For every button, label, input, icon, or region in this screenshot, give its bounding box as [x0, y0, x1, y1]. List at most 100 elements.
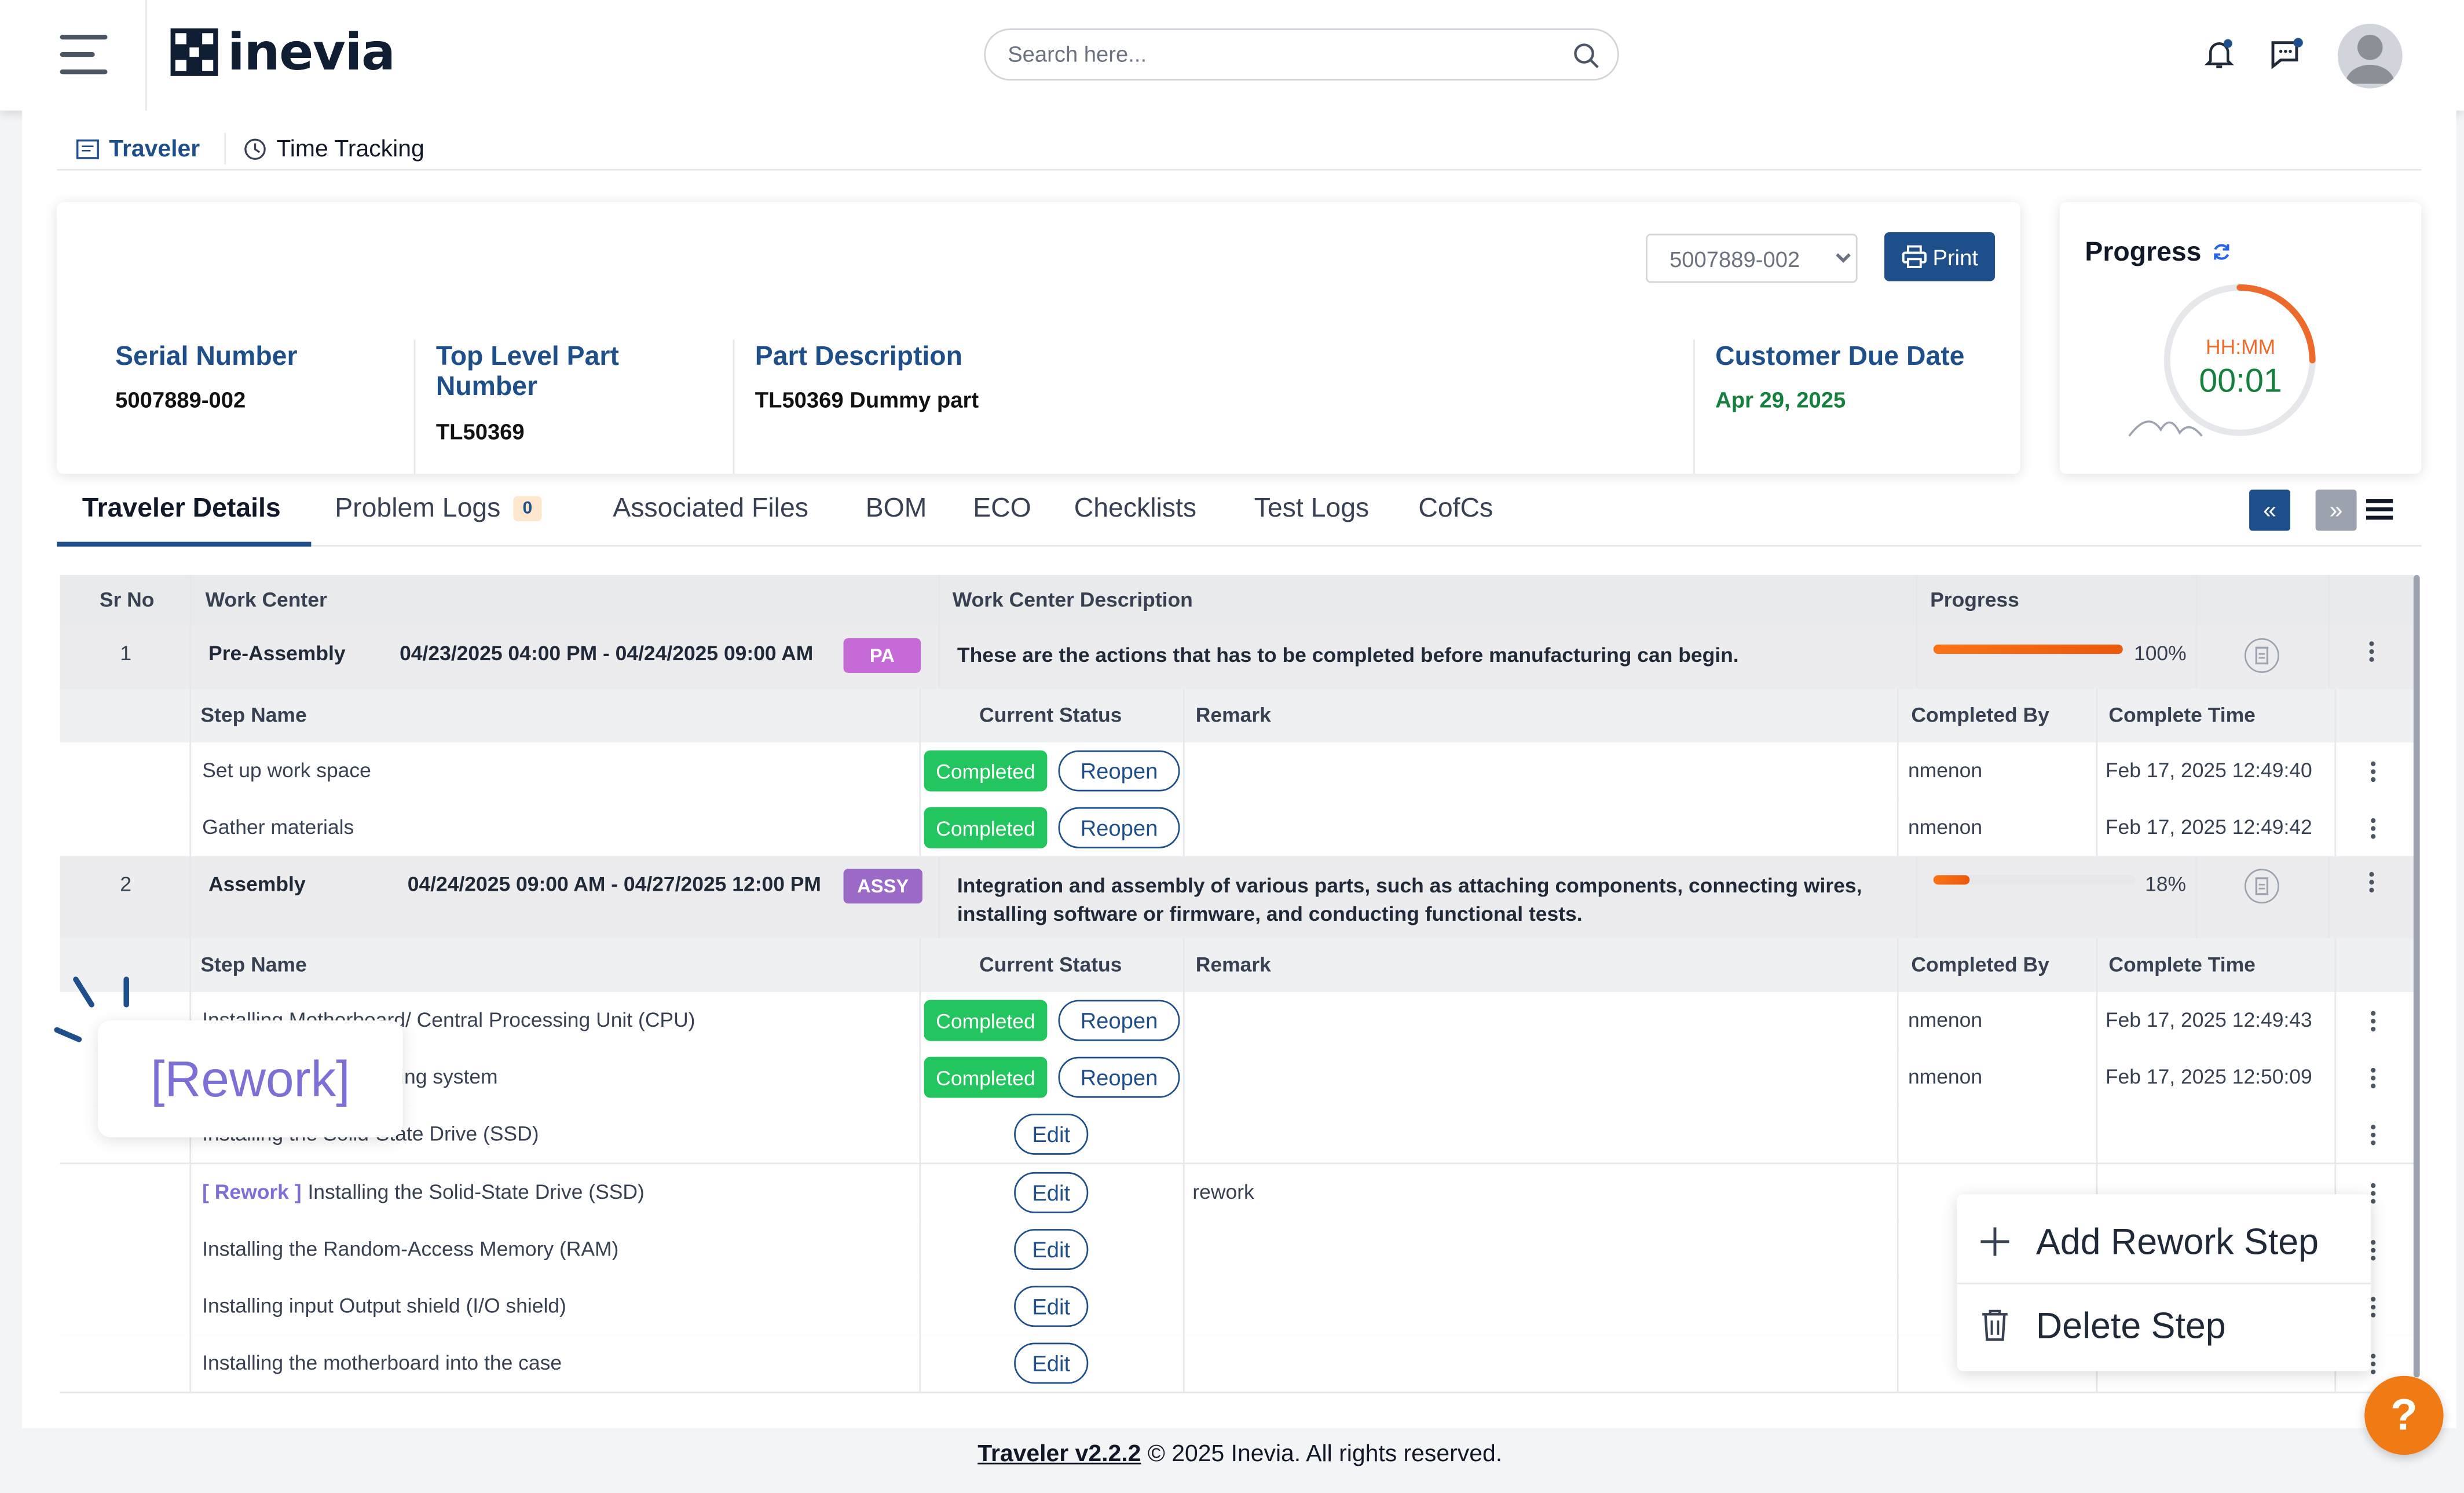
list-icon [76, 139, 99, 159]
subnav-time-tracking[interactable]: Time Tracking [243, 136, 424, 163]
divider [919, 938, 921, 992]
divider [189, 1278, 192, 1335]
table-row[interactable] [60, 742, 2414, 801]
divider [1693, 339, 1695, 474]
progress-title: Progress [2085, 237, 2202, 267]
more-vertical-icon[interactable] [2371, 761, 2377, 784]
divider [2334, 799, 2337, 857]
menu-list-icon[interactable] [2366, 497, 2393, 521]
more-vertical-icon[interactable] [2371, 1068, 2377, 1090]
divider [919, 742, 921, 800]
reopen-button[interactable]: Reopen [1058, 1057, 1180, 1099]
divider [2334, 689, 2337, 742]
search-input[interactable] [1004, 39, 1548, 68]
tab-traveler-details[interactable]: Traveler Details [82, 493, 281, 525]
status-badge: Completed [924, 807, 1048, 848]
divider [2334, 742, 2337, 800]
subnav-traveler[interactable]: Traveler [76, 136, 200, 163]
table-scrollbar[interactable] [2413, 574, 2420, 1378]
add-rework-step-item[interactable]: Add Rework Step [1957, 1201, 2371, 1283]
more-vertical-icon[interactable] [2371, 1011, 2377, 1033]
step-name[interactable]: Installing the Random-Access Memory (RAM… [202, 1236, 618, 1260]
more-vertical-icon[interactable] [2371, 818, 2377, 840]
part-number-label: Top Level Part Number [435, 341, 619, 401]
collapse-left-button[interactable]: « [2249, 489, 2291, 531]
edit-button[interactable]: Edit [1014, 1228, 1089, 1270]
serial-select[interactable]: 5007889-002 [1646, 233, 1858, 283]
due-date-value: Apr 29, 2025 [1715, 387, 1846, 412]
edit-button[interactable]: Edit [1014, 1342, 1089, 1384]
tab-cofcs[interactable]: CofCs [1418, 493, 1493, 525]
progress-unit: HH:MM [2206, 335, 2276, 359]
more-vertical-icon[interactable] [2371, 1239, 2377, 1262]
step-name-text: Installing input Output shield (I/O shie… [202, 1293, 566, 1318]
divider [2328, 574, 2330, 626]
edit-button[interactable]: Edit [1014, 1286, 1089, 1327]
divider [1182, 1049, 1185, 1106]
bell-icon[interactable] [2202, 35, 2236, 72]
tab-associated-files[interactable]: Associated Files [613, 493, 808, 525]
edit-button[interactable]: Edit [1014, 1114, 1089, 1155]
tab-label: CofCs [1418, 493, 1493, 523]
delete-step-item[interactable]: Delete Step [1957, 1285, 2371, 1367]
step-name[interactable]: Installing input Output shield (I/O shie… [202, 1294, 566, 1318]
search-icon[interactable] [1572, 41, 1602, 71]
divider [2195, 625, 2198, 689]
step-name[interactable]: Installing the motherboard into the case [202, 1351, 562, 1375]
printer-icon [1901, 245, 1926, 268]
reopen-button[interactable]: Reopen [1058, 750, 1180, 792]
more-vertical-icon[interactable] [2369, 641, 2375, 663]
tab-checklists[interactable]: Checklists [1074, 493, 1196, 525]
divider [1182, 1163, 1185, 1221]
divider [224, 133, 226, 164]
more-vertical-icon[interactable] [2371, 1297, 2377, 1319]
more-vertical-icon[interactable] [2369, 872, 2375, 894]
work-center-name: Pre-Assembly [208, 641, 346, 665]
version-link[interactable]: Traveler v2.2.2 [977, 1441, 1141, 1468]
refresh-icon[interactable] [2212, 241, 2232, 262]
logo[interactable]: inevia [170, 27, 396, 78]
step-remark: rework [1192, 1179, 1254, 1203]
divider [189, 625, 192, 689]
step-name[interactable]: Gather materials [202, 815, 354, 839]
footer: Traveler v2.2.2 © 2025 Inevia. All right… [0, 1441, 2464, 1468]
tab-bom[interactable]: BOM [866, 493, 927, 525]
divider [1896, 1049, 1899, 1106]
hamburger-menu-icon[interactable] [60, 35, 114, 76]
chat-icon[interactable] [2268, 35, 2306, 72]
complete-time: Feb 17, 2025 12:49:40 [2105, 758, 2312, 782]
step-name[interactable]: Set up work space [202, 758, 371, 782]
part-number-value: TL50369 [435, 418, 525, 444]
reopen-button[interactable]: Reopen [1058, 1000, 1180, 1041]
table-row[interactable] [60, 799, 2414, 858]
work-center-tag: PA [843, 638, 921, 673]
more-vertical-icon[interactable] [2371, 1125, 2377, 1147]
expand-right-button[interactable]: » [2315, 489, 2357, 531]
tab-label: BOM [865, 493, 927, 523]
divider [2328, 625, 2330, 689]
divider [1182, 938, 1185, 992]
reopen-button[interactable]: Reopen [1058, 807, 1180, 848]
step-name-text: Gather materials [202, 815, 354, 839]
document-icon[interactable] [2244, 869, 2279, 904]
complete-time: Feb 17, 2025 12:49:43 [2105, 1008, 2312, 1032]
more-vertical-icon[interactable] [2371, 1354, 2377, 1376]
step-name[interactable]: [ Rework ] Installing the Solid-State Dri… [202, 1179, 645, 1203]
work-center-dates: 04/24/2025 09:00 AM - 04/27/2025 12:00 P… [407, 872, 822, 896]
plus-icon [1980, 1227, 2009, 1256]
sr-no: 1 [120, 641, 132, 665]
tab-eco[interactable]: ECO [973, 493, 1031, 525]
double-chevron-left-icon: « [2263, 496, 2276, 524]
tab-problem-logs[interactable]: Problem Logs 0 [335, 493, 542, 525]
serial-number-value: 5007889-002 [115, 387, 246, 412]
completed-by: nmenon [1908, 1008, 1983, 1032]
avatar[interactable] [2337, 23, 2403, 89]
edit-button[interactable]: Edit [1014, 1171, 1089, 1213]
print-button[interactable]: Print [1884, 232, 1995, 281]
more-vertical-icon[interactable] [2371, 1182, 2377, 1205]
divider [733, 339, 735, 474]
tab-test-logs[interactable]: Test Logs [1254, 493, 1369, 525]
divider [1896, 1335, 1899, 1392]
step-name-text: Installing the motherboard into the case [202, 1351, 562, 1375]
document-icon[interactable] [2244, 638, 2279, 673]
